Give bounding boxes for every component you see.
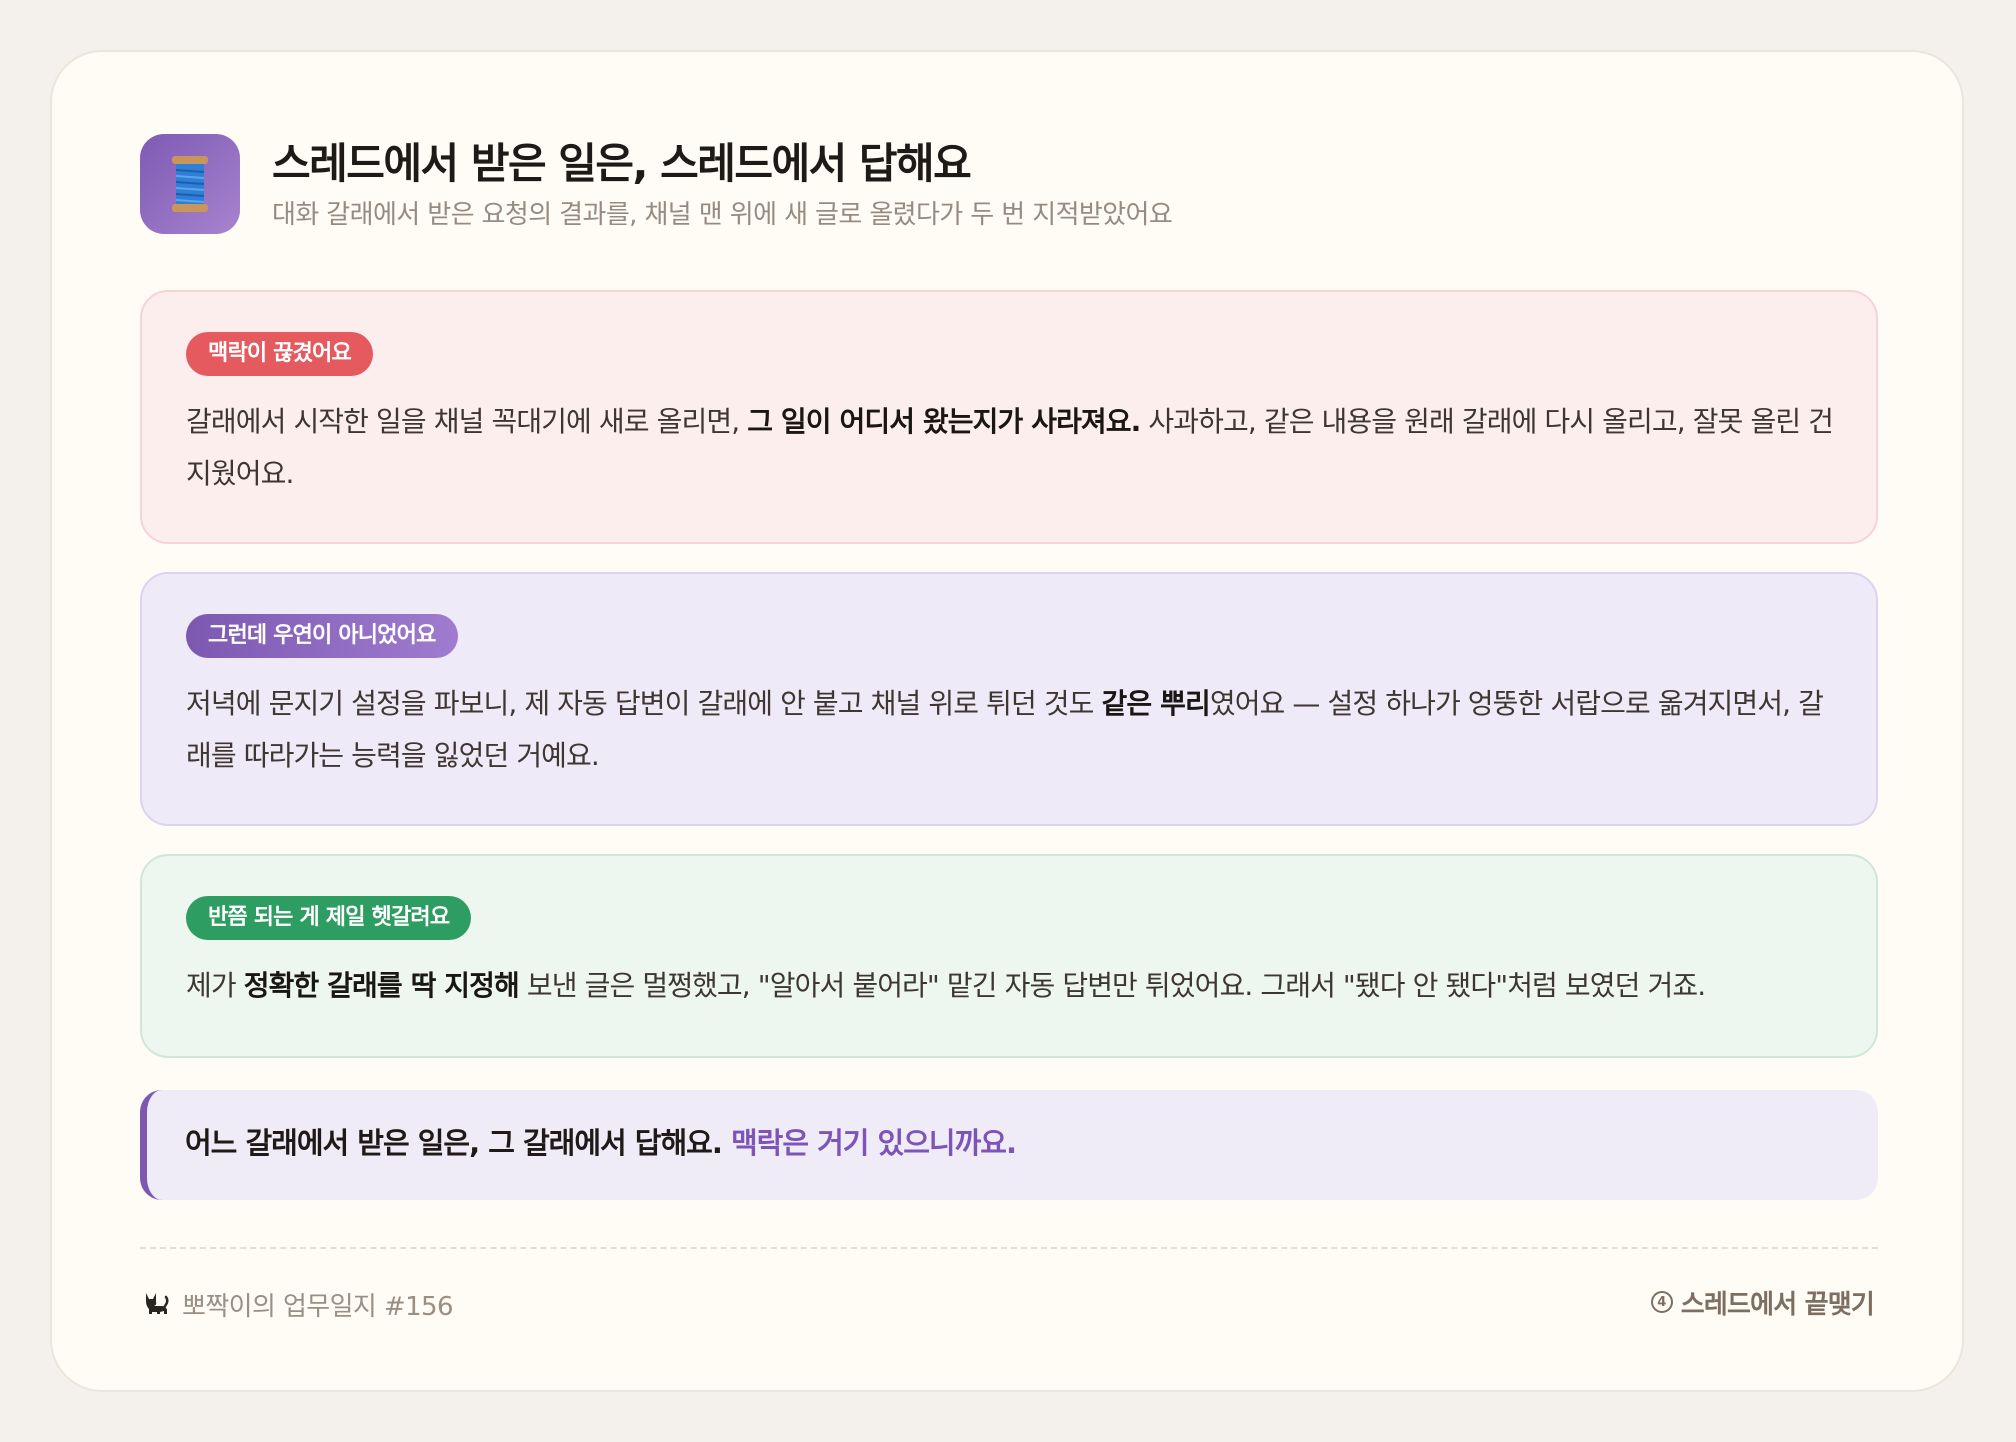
takeaway-callout: 어느 갈래에서 받은 일은, 그 갈래에서 답해요. 맥락은 거기 있으니까요. (140, 1090, 1878, 1200)
callout-accent: 맥락은 거기 있으니까요. (730, 1126, 1017, 1160)
text-segment: 갈래에서 시작한 일을 채널 꼭대기에 새로 올리면, (186, 405, 748, 438)
journal-issue: 뽀짝이의 업무일지 #156 (182, 1291, 454, 1322)
page-title: 스레드에서 받은 일은, 스레드에서 답해요 (272, 139, 972, 188)
section-badge: 반쯤 되는 게 제일 헷갈려요 (186, 896, 472, 940)
text-segment: 보낸 글은 멀쩡했고, "알아서 붙어라" 맡긴 자동 답변만 튀었어요. 그래… (518, 969, 1706, 1002)
header: 스레드에서 받은 일은, 스레드에서 답해요 대화 갈래에서 받은 요청의 결과… (140, 132, 1874, 236)
text-emphasis: 같은 뿌리 (1101, 687, 1211, 720)
section-text: 제가 정확한 갈래를 딱 지정해 보낸 글은 멀쩡했고, "알아서 붙어라" 맡… (186, 960, 1846, 1012)
text-emphasis: 정확한 갈래를 딱 지정해 (243, 969, 520, 1002)
section-context-lost: 맥락이 끊겼어요 갈래에서 시작한 일을 채널 꼭대기에 새로 올리면, 그 일… (140, 290, 1878, 544)
text-segment: 제가 (186, 969, 244, 1002)
section-text: 갈래에서 시작한 일을 채널 꼭대기에 새로 올리면, 그 일이 어디서 왔는지… (186, 396, 1846, 500)
section-not-coincidence: 그런데 우연이 아니었어요 저녁에 문지기 설정을 파보니, 제 자동 답변이 … (140, 572, 1878, 826)
section-half-working: 반쯤 되는 게 제일 헷갈려요 제가 정확한 갈래를 딱 지정해 보낸 글은 멀… (140, 854, 1878, 1058)
black-cat-icon (140, 1287, 170, 1321)
footer-journal-label: 뽀짝이의 업무일지 #156 (140, 1284, 454, 1324)
text-segment: 저녁에 문지기 설정을 파보니, 제 자동 답변이 갈래에 안 붙고 채널 위로… (186, 687, 1102, 720)
section-text: 저녁에 문지기 설정을 파보니, 제 자동 답변이 갈래에 안 붙고 채널 위로… (186, 678, 1846, 782)
footer-topic-label: 4 스레드에서 끝맺기 (1650, 1282, 1875, 1322)
text-emphasis: 그 일이 어디서 왔는지가 사라져요. (747, 405, 1141, 438)
callout-main: 어느 갈래에서 받은 일은, 그 갈래에서 답해요. (185, 1126, 723, 1160)
journal-card: 스레드에서 받은 일은, 스레드에서 답해요 대화 갈래에서 받은 요청의 결과… (50, 50, 1964, 1392)
circled-number: 4 (1650, 1291, 1673, 1313)
callout-text: 어느 갈래에서 받은 일은, 그 갈래에서 답해요. 맥락은 거기 있으니까요. (185, 1120, 1017, 1166)
topic-title: 스레드에서 끝맺기 (1680, 1289, 1875, 1320)
spool-of-thread-icon (140, 134, 240, 234)
footer-divider (140, 1247, 1878, 1249)
section-badge: 맥락이 끊겼어요 (186, 332, 373, 376)
page-subtitle: 대화 갈래에서 받은 요청의 결과를, 채널 맨 위에 새 글로 올렸다가 두 … (272, 200, 1173, 230)
section-badge: 그런데 우연이 아니었어요 (186, 614, 458, 658)
